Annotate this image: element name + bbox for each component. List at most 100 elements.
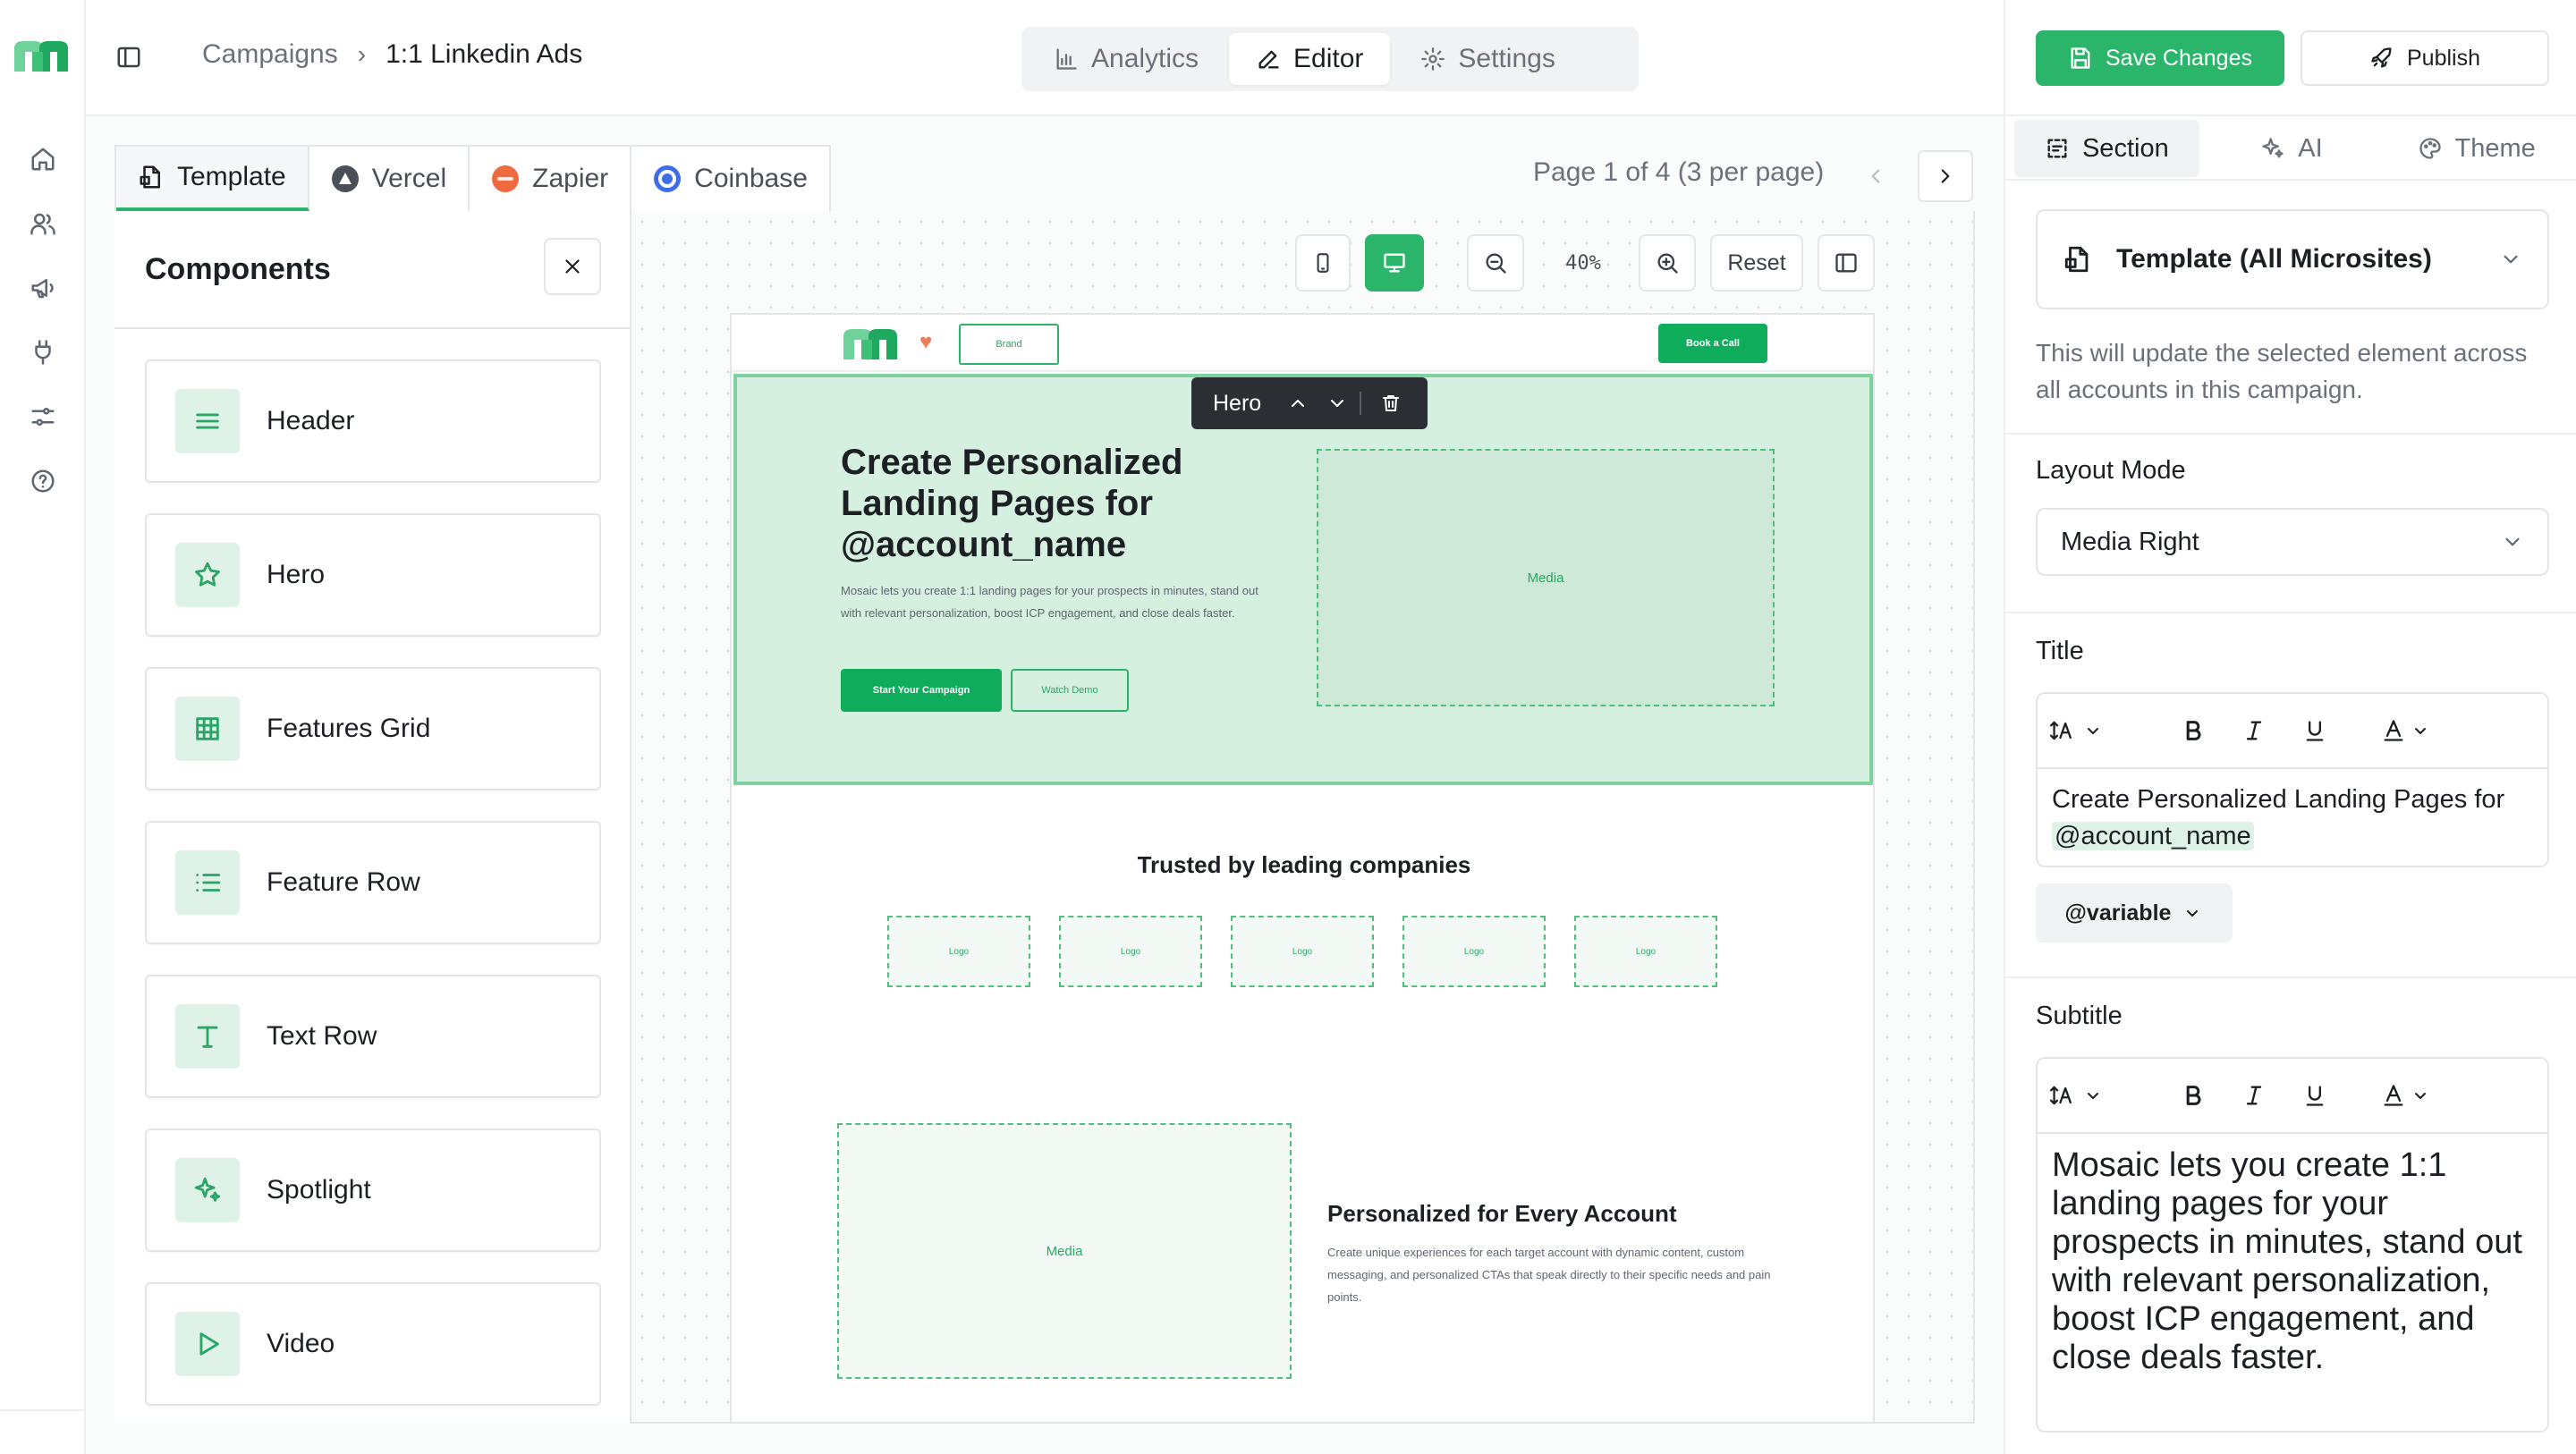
preview-logo-placeholder[interactable]: Logo [1059, 916, 1202, 987]
tab-template[interactable]: Template [116, 147, 309, 211]
italic-icon[interactable] [2241, 718, 2267, 743]
preview-feature-title[interactable]: Personalized for Every Account [1327, 1200, 1677, 1228]
subtitle-editor-content[interactable]: Mosaic lets you create 1:1 landing pages… [2038, 1134, 2547, 1390]
tab-coinbase[interactable]: Coinbase [631, 147, 829, 211]
coinbase-logo-icon [653, 165, 682, 193]
variable-chip[interactable]: @account_name [2052, 822, 2254, 850]
insert-variable-label: @variable [2064, 900, 2172, 926]
publish-button[interactable]: Publish [2301, 30, 2549, 86]
inspector-tabs: Section AI Theme [2014, 120, 2569, 177]
help-icon[interactable] [25, 463, 61, 499]
chevron-up-icon[interactable] [1284, 390, 1311, 417]
text-color-dropdown[interactable] [2381, 1083, 2431, 1108]
preview-logo-placeholder[interactable]: Logo [1231, 916, 1374, 987]
sidebar-toggle-icon[interactable] [113, 41, 145, 73]
preview-hero-section[interactable]: Create Personalized Landing Pages for @a… [733, 374, 1873, 785]
mode-settings-label: Settings [1458, 44, 1555, 73]
bold-icon[interactable] [2181, 718, 2206, 743]
component-feature-row[interactable]: Feature Row [145, 821, 601, 944]
tab-ai-label: AI [2298, 133, 2323, 163]
preview-hero-title[interactable]: Create Personalized Landing Pages for @a… [841, 442, 1261, 565]
app-logo[interactable] [13, 39, 72, 73]
chevron-down-icon[interactable] [1324, 390, 1351, 417]
scope-select-value: Template (All Microsites) [2116, 244, 2432, 274]
preview-watch-demo-button[interactable]: Watch Demo [1011, 669, 1129, 712]
tab-zapier[interactable]: Zapier [470, 147, 632, 211]
italic-icon[interactable] [2241, 1083, 2267, 1108]
component-hero[interactable]: Hero [145, 513, 601, 637]
tab-section[interactable]: Section [2014, 120, 2199, 177]
preview-logo-placeholder[interactable]: Logo [1402, 916, 1546, 987]
breadcrumb-campaigns[interactable]: Campaigns [202, 39, 338, 70]
mode-analytics[interactable]: Analytics [1027, 33, 1225, 85]
layout-mode-value: Media Right [2061, 527, 2199, 556]
zoom-level: 40% [1565, 251, 1601, 275]
save-changes-button[interactable]: Save Changes [2036, 30, 2284, 86]
sliders-icon[interactable] [25, 399, 61, 435]
preview-logo-placeholder[interactable]: Logo [1574, 916, 1717, 987]
component-video[interactable]: Video [145, 1282, 601, 1406]
preview-header-section[interactable]: ♥ Brand Book a Call [732, 315, 1873, 372]
plug-icon[interactable] [25, 334, 61, 370]
preview-feature-media[interactable]: Media [837, 1123, 1292, 1379]
mode-editor[interactable]: Editor [1229, 33, 1391, 85]
users-icon[interactable] [25, 206, 61, 241]
close-icon[interactable] [544, 238, 601, 295]
underline-icon[interactable] [2302, 718, 2327, 743]
insert-variable-button[interactable]: @variable [2036, 883, 2233, 943]
component-features-grid[interactable]: Features Grid [145, 667, 601, 790]
megaphone-icon[interactable] [25, 270, 61, 306]
breadcrumb-current: 1:1 Linkedin Ads [386, 39, 583, 69]
template-file-icon [2063, 244, 2093, 275]
chevron-right-icon[interactable] [1918, 150, 1973, 202]
top-bar: Campaigns › 1:1 Linkedin Ads Analytics E… [86, 0, 2004, 116]
chevron-down-icon [2088, 728, 2098, 734]
preview-logo-placeholder[interactable]: Logo [887, 916, 1030, 987]
chevron-down-icon [2415, 728, 2426, 734]
component-label: Feature Row [267, 867, 420, 897]
gear-icon [1420, 46, 1445, 72]
layout-mode-select[interactable]: Media Right [2036, 508, 2549, 576]
component-label: Header [267, 406, 355, 435]
tab-ai[interactable]: AI [2199, 120, 2385, 177]
mobile-view-icon[interactable] [1295, 234, 1351, 292]
reset-zoom-button[interactable]: Reset [1710, 234, 1803, 292]
tab-vercel[interactable]: Vercel [309, 147, 470, 211]
chevron-down-icon [2088, 1093, 2098, 1099]
tab-theme[interactable]: Theme [2384, 120, 2569, 177]
mode-settings[interactable]: Settings [1394, 33, 1581, 85]
text-color-dropdown[interactable] [2381, 718, 2431, 743]
scope-select[interactable]: Template (All Microsites) [2036, 209, 2549, 309]
preview-trusted-title[interactable]: Trusted by leading companies [732, 851, 1873, 879]
component-label: Video [267, 1329, 335, 1358]
bold-icon[interactable] [2181, 1083, 2206, 1108]
component-spotlight[interactable]: Spotlight [145, 1129, 601, 1252]
text-t-icon [175, 1004, 240, 1069]
preview-hero-media[interactable]: Media [1317, 449, 1775, 706]
desktop-view-icon[interactable] [1365, 234, 1424, 292]
chevron-left-icon[interactable] [1848, 150, 1903, 202]
component-text-row[interactable]: Text Row [145, 975, 601, 1098]
component-header[interactable]: Header [145, 359, 601, 483]
home-icon[interactable] [25, 141, 61, 177]
preview-hero-subtitle[interactable]: Mosaic lets you create 1:1 landing pages… [841, 579, 1279, 624]
underline-icon[interactable] [2302, 1083, 2327, 1108]
preview-feature-description[interactable]: Create unique experiences for each targe… [1327, 1241, 1775, 1308]
rocket-icon [2369, 46, 2394, 71]
vercel-logo-icon [331, 165, 360, 193]
title-label: Title [2036, 637, 2084, 665]
mode-analytics-label: Analytics [1091, 44, 1199, 73]
preview-start-campaign-button[interactable]: Start Your Campaign [841, 669, 1002, 712]
font-size-dropdown[interactable] [2050, 717, 2104, 744]
font-size-dropdown[interactable] [2050, 1082, 2104, 1109]
zoom-in-icon[interactable] [1639, 234, 1696, 292]
template-file-icon [138, 164, 165, 190]
components-title: Components [145, 252, 331, 286]
tab-section-label: Section [2081, 133, 2169, 163]
heart-icon: ♥ [919, 330, 933, 354]
chevron-down-icon [2501, 530, 2524, 554]
zoom-out-icon[interactable] [1467, 234, 1524, 292]
panel-layout-icon[interactable] [1818, 234, 1875, 292]
title-editor-content[interactable]: Create Personalized Landing Pages for @a… [2038, 769, 2547, 867]
trash-icon[interactable] [1377, 390, 1404, 417]
